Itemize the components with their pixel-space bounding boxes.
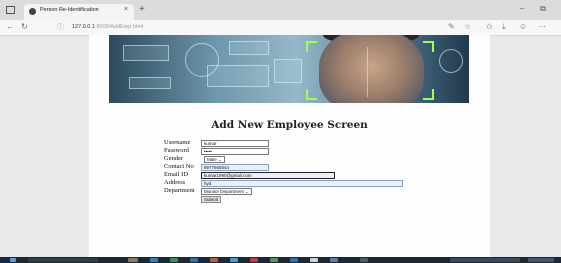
gender-label: Gender	[164, 155, 184, 162]
taskbar-app-icon[interactable]	[210, 258, 218, 262]
gender-select[interactable]: Male ⌄	[204, 155, 225, 163]
browser-tab[interactable]: Person Re-Identification ×	[24, 4, 134, 20]
face-image	[319, 35, 424, 103]
gender-select-value: Male	[207, 156, 217, 162]
username-label: Username	[164, 139, 191, 146]
taskbar-app-icon[interactable]	[150, 258, 158, 262]
taskbar-search[interactable]	[28, 258, 98, 262]
favorite-star-icon[interactable]: ☆	[464, 22, 471, 31]
minimize-button[interactable]: –	[520, 4, 524, 13]
hud-panel	[274, 59, 302, 83]
tab-close-icon[interactable]: ×	[124, 6, 128, 13]
back-icon[interactable]: ←	[6, 22, 14, 31]
hud-panel	[129, 77, 171, 89]
department-select-value: Monitor Department	[204, 188, 244, 194]
browser-tab-bar: Person Re-Identification × + – ⧉	[0, 0, 561, 20]
taskbar-app-icon[interactable]	[290, 258, 298, 262]
taskbar-app-icon[interactable]	[270, 258, 278, 262]
email-input[interactable]: kumar1990@gmail.com	[201, 171, 335, 179]
taskbar	[0, 257, 561, 263]
contact-input[interactable]: 8977665544	[201, 163, 269, 171]
taskbar-app-icon[interactable]	[170, 258, 178, 262]
face-recognition-banner	[109, 35, 469, 103]
department-select[interactable]: Monitor Department ⌄	[201, 187, 252, 195]
scan-corner	[423, 89, 434, 100]
more-icon[interactable]: ⋯	[538, 22, 546, 31]
profile-icon[interactable]: ☺	[519, 22, 527, 31]
system-tray[interactable]	[450, 258, 520, 262]
hud-circle	[439, 49, 463, 73]
tab-title: Person Re-Identification	[40, 7, 99, 13]
scan-corner	[306, 41, 317, 52]
start-icon[interactable]	[10, 258, 16, 262]
url-host: 127.0.0.1	[72, 24, 95, 30]
scan-line	[367, 47, 368, 97]
site-info-icon[interactable]: ⓘ	[57, 22, 64, 32]
edit-icon[interactable]: ✎	[448, 22, 455, 31]
chevron-down-icon: ⌄	[245, 188, 249, 194]
page-content: Add New Employee Screen Username kumar P…	[89, 35, 490, 257]
password-label: Password	[164, 147, 189, 154]
taskbar-app-icon[interactable]	[250, 258, 258, 262]
tab-favicon-icon	[29, 8, 36, 15]
clock	[528, 258, 554, 262]
taskbar-app-icon[interactable]	[330, 258, 338, 262]
download-icon[interactable]: ⤓	[502, 22, 506, 32]
chevron-down-icon: ⌄	[218, 156, 222, 162]
scan-corner	[423, 41, 434, 52]
refresh-icon[interactable]: ↻	[21, 22, 28, 31]
hud-panel	[123, 45, 169, 61]
taskbar-app-icon[interactable]	[360, 258, 368, 262]
department-label: Department	[164, 187, 195, 194]
username-input[interactable]: kumar	[201, 139, 269, 147]
waveform-panel	[207, 65, 269, 87]
address-input[interactable]: hyd	[201, 179, 403, 187]
window-menu-icon[interactable]	[6, 6, 15, 14]
page-title: Add New Employee Screen	[211, 119, 368, 131]
email-label: Email ID	[164, 171, 189, 178]
restore-button[interactable]: ⧉	[540, 4, 546, 14]
new-tab-button[interactable]: +	[139, 4, 145, 16]
address-label: Address	[164, 179, 186, 186]
taskbar-app-icon[interactable]	[230, 258, 238, 262]
url-field[interactable]: 127.0.0.1:8000/AddEmp.html	[72, 24, 143, 30]
taskbar-app-icon[interactable]	[190, 258, 198, 262]
scan-corner	[306, 89, 317, 100]
contact-label: Contact No	[164, 163, 194, 170]
taskbar-app-icon[interactable]	[310, 258, 318, 262]
submit-button[interactable]: Submit	[201, 196, 222, 203]
password-input[interactable]: •••••	[201, 147, 269, 155]
taskbar-app-icon[interactable]	[128, 258, 138, 262]
url-path: :8000/AddEmp.html	[94, 24, 144, 30]
address-bar: ← ↻ ⓘ 127.0.0.1:8000/AddEmp.html ✎ ☆ ✩ ⤓…	[0, 20, 561, 36]
favorites-icon[interactable]: ✩	[486, 22, 493, 31]
hud-panel	[229, 41, 269, 55]
